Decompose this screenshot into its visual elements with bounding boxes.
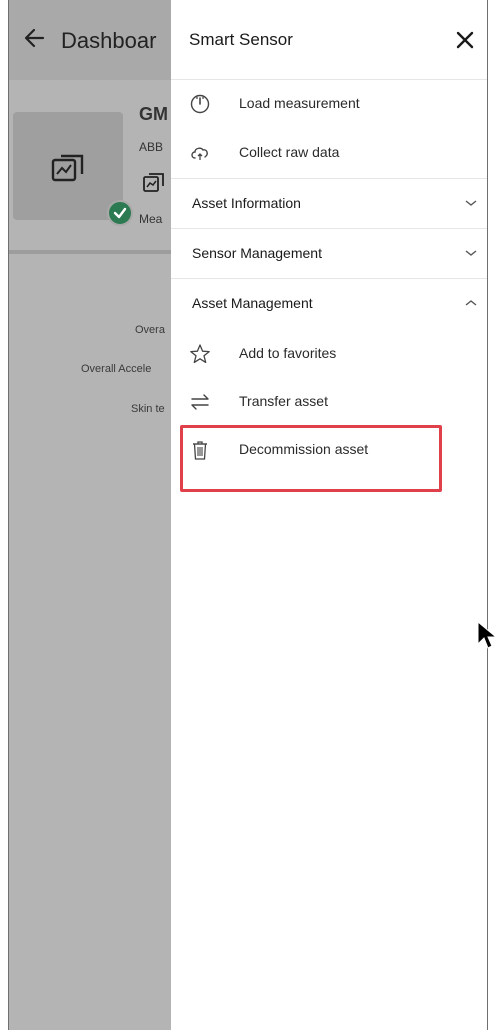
load-measurement-item[interactable]: Load measurement <box>171 80 487 128</box>
kpi-label: Overall Accele <box>81 363 152 375</box>
asset-name: GM <box>139 104 168 124</box>
asset-vendor: ABB <box>139 140 164 154</box>
section-label: Sensor Management <box>192 245 322 261</box>
section-asset-information[interactable]: Asset Information <box>171 178 487 228</box>
add-to-favorites-item[interactable]: Add to favorites <box>171 330 487 378</box>
asset-small-chart-icon <box>143 173 164 192</box>
back-arrow-icon[interactable] <box>21 24 49 52</box>
asset-status: Mea <box>139 212 163 226</box>
kpi-label: Overa <box>135 324 165 336</box>
drawer-header: Smart Sensor <box>171 0 487 80</box>
asset-thumbnail <box>13 112 123 220</box>
close-icon[interactable] <box>451 26 479 54</box>
chevron-up-icon <box>465 300 477 306</box>
add-to-favorites-label: Add to favorites <box>239 345 337 361</box>
star-icon <box>190 344 210 364</box>
chevron-down-icon <box>465 250 477 256</box>
cloud-sync-icon <box>191 147 208 160</box>
section-label: Asset Information <box>192 195 301 211</box>
highlight-box <box>180 425 442 492</box>
load-measurement-label: Load measurement <box>239 95 360 111</box>
background-title: Dashboar <box>61 28 157 53</box>
collect-raw-data-item[interactable]: Collect raw data <box>171 129 487 177</box>
side-drawer: Smart Sensor Load measurement Collect ra… <box>171 0 487 1030</box>
collect-raw-data-label: Collect raw data <box>239 144 340 160</box>
section-asset-management[interactable]: Asset Management <box>171 278 487 328</box>
transfer-asset-label: Transfer asset <box>239 393 328 409</box>
transfer-icon <box>191 394 209 410</box>
drawer-title: Smart Sensor <box>189 30 293 49</box>
asset-chart-icon <box>51 154 84 182</box>
section-label: Asset Management <box>192 295 313 311</box>
kpi-label: Skin te <box>131 403 165 415</box>
section-sensor-management[interactable]: Sensor Management <box>171 228 487 278</box>
transfer-asset-item[interactable]: Transfer asset <box>171 378 487 426</box>
gauge-icon <box>190 94 210 114</box>
app-frame: Dashboar GM ABB Mea Overa Overall Accele… <box>8 0 488 1030</box>
mouse-pointer-icon <box>477 620 496 649</box>
check-badge-icon <box>107 200 133 226</box>
chevron-down-icon <box>465 200 477 206</box>
